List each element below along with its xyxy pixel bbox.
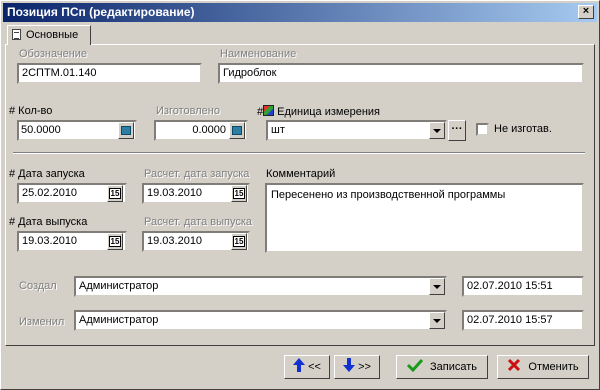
next-record-label: >> (358, 361, 371, 373)
next-record-button[interactable]: >> (334, 355, 380, 379)
arrow-up-icon (293, 358, 306, 372)
modified-by-field[interactable]: Администратор (74, 310, 447, 331)
unit-dropdown-button[interactable] (429, 122, 445, 139)
release-date-label: # Дата выпуска (9, 216, 88, 228)
name-field[interactable]: Гидроблок (218, 63, 584, 84)
window-title: Позиция ПСп (редактирование) (7, 5, 195, 19)
unit-label: # Единица измерения (257, 105, 380, 118)
prev-record-label: << (308, 361, 321, 373)
launch-date-label: # Дата запуска (9, 168, 85, 180)
created-by-field[interactable]: Администратор (74, 276, 447, 297)
quantity-label: # Кол-во (9, 105, 53, 117)
tab-main[interactable]: Основные (7, 25, 91, 45)
save-button[interactable]: Записать (396, 355, 488, 379)
calendar-icon: 15 (109, 188, 121, 199)
unit-more-button[interactable]: ··· (448, 120, 466, 141)
name-label: Наименование (220, 48, 297, 60)
quantity-calc-button[interactable] (118, 122, 134, 139)
close-x-icon (508, 358, 521, 372)
unit-label-text: Единица измерения (277, 106, 380, 118)
section-divider (13, 152, 585, 154)
not-produced-checkbox[interactable] (476, 123, 489, 136)
comment-label: Комментарий (266, 168, 336, 180)
calc-launch-date-calendar-button[interactable]: 15 (231, 185, 247, 202)
designation-label: Обозначение (19, 48, 88, 60)
prev-record-button[interactable]: << (284, 355, 330, 379)
calendar-icon: 15 (109, 236, 121, 247)
produced-calc-button[interactable] (229, 122, 245, 139)
document-icon (12, 29, 21, 40)
launch-date-calendar-button[interactable]: 15 (107, 185, 123, 202)
calculator-icon (121, 126, 131, 135)
cancel-button[interactable]: Отменить (497, 355, 589, 379)
arrow-down-icon (343, 358, 356, 372)
modified-dropdown-button[interactable] (429, 312, 445, 329)
created-dropdown-button[interactable] (429, 278, 445, 295)
calc-launch-date-label: Расчет. дата запуска (144, 168, 250, 180)
checkmark-icon (406, 358, 424, 373)
close-button[interactable]: × (578, 5, 594, 19)
comment-textarea[interactable]: Пересенено из производственной программы (265, 183, 584, 253)
calendar-icon: 15 (233, 236, 245, 247)
created-timestamp-field[interactable]: 02.07.2010 15:51 (462, 276, 584, 297)
cancel-button-label: Отменить (528, 361, 579, 373)
produced-label: Изготовлено (156, 105, 220, 117)
calc-release-date-calendar-button[interactable]: 15 (231, 233, 247, 250)
save-button-label: Записать (430, 361, 478, 373)
calc-release-date-label: Расчет. дата выпуска (144, 216, 253, 228)
quantity-value: 50.0000 (21, 124, 61, 136)
tab-main-label: Основные (26, 29, 79, 41)
title-bar: Позиция ПСп (редактирование) × (3, 3, 597, 22)
unit-icon (263, 105, 275, 116)
modified-label: Изменил (19, 316, 65, 328)
chevron-down-icon (433, 285, 441, 289)
chevron-down-icon (433, 129, 441, 133)
chevron-down-icon (433, 319, 441, 323)
calculator-icon (232, 126, 242, 135)
created-label: Создал (19, 280, 57, 292)
calendar-icon: 15 (233, 188, 245, 199)
dialog-window: Позиция ПСп (редактирование) × Основные … (0, 0, 600, 390)
unit-select[interactable]: шт (266, 120, 447, 141)
close-icon: × (582, 5, 590, 17)
modified-timestamp-field[interactable]: 02.07.2010 15:57 (462, 310, 584, 331)
not-produced-label: Не изготав. (494, 123, 552, 135)
designation-field[interactable]: 2СПТМ.01.140 (17, 63, 202, 84)
release-date-calendar-button[interactable]: 15 (107, 233, 123, 250)
